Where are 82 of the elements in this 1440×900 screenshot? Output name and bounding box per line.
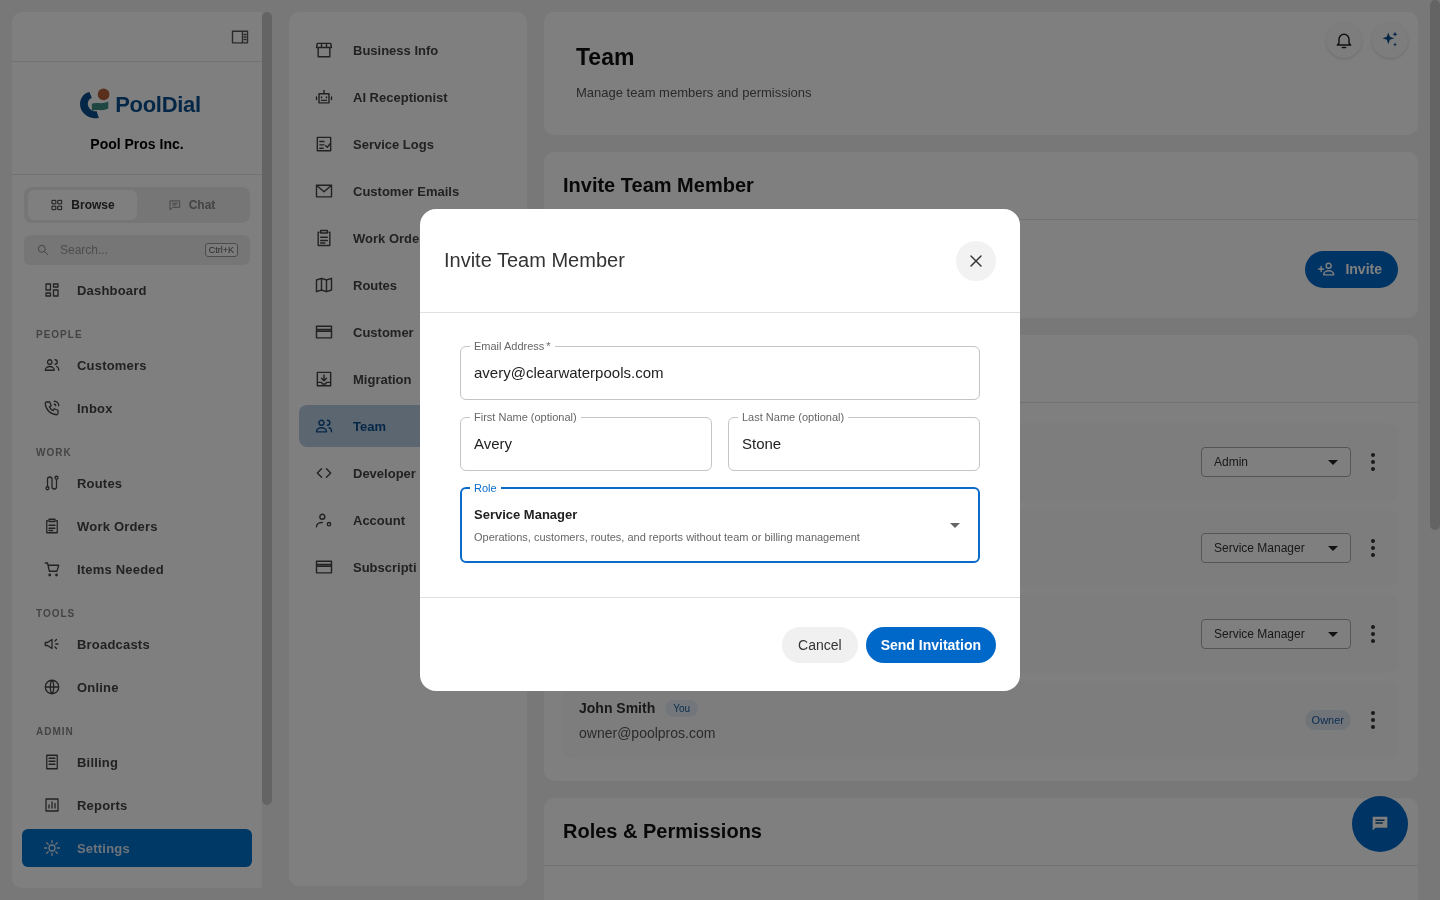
- store-icon: [314, 40, 334, 60]
- invite-button[interactable]: Invite: [1305, 250, 1398, 288]
- caret-icon: [1328, 459, 1338, 465]
- shortcut-hint: Ctrl+K: [204, 243, 238, 257]
- sidebar-item[interactable]: Online: [22, 668, 252, 706]
- section-heading: TOOLS: [35, 607, 77, 621]
- card-icon: [314, 322, 334, 342]
- section-title: Invite Team Member: [563, 174, 754, 197]
- chat-icon: [167, 198, 182, 212]
- notifications-button[interactable]: [1326, 22, 1362, 58]
- checklist-icon: [314, 134, 334, 154]
- text-input[interactable]: avery@clearwaterpools.com: [474, 353, 966, 399]
- name-field[interactable]: First Name (optional) Avery: [460, 410, 712, 471]
- sidebar-item[interactable]: Settings: [22, 829, 252, 867]
- settings-menu-item[interactable]: AI Receptionist: [299, 76, 517, 118]
- mode-tab[interactable]: Browse: [28, 190, 137, 220]
- option-description: Operations, customers, routes, and reports without team or billing management: [474, 531, 860, 543]
- receipt-icon: [43, 753, 61, 771]
- download-icon: [314, 369, 334, 389]
- kebab-icon: [1371, 625, 1375, 643]
- section-heading: ADMIN: [35, 725, 75, 739]
- sidebar-item[interactable]: Dashboard: [22, 271, 252, 309]
- you-badge: You: [665, 699, 699, 717]
- section-heading: WORK: [35, 446, 73, 460]
- page-title: Team: [576, 44, 636, 71]
- close-button[interactable]: [956, 240, 996, 281]
- sidebar-item[interactable]: Items Needed: [22, 550, 252, 588]
- phone-icon: [43, 399, 61, 417]
- caret-icon: [950, 522, 960, 528]
- page-subtitle: Manage team members and permissions: [576, 85, 812, 100]
- dashboard-icon: [43, 281, 61, 299]
- people-icon: [314, 416, 334, 436]
- section-heading: PEOPLE: [35, 328, 84, 342]
- clipboard-icon: [314, 228, 334, 248]
- role-badge: Owner: [1304, 710, 1351, 730]
- workspace-name: Pool Pros Inc.: [90, 136, 184, 152]
- section-title: Roles & Permissions: [563, 820, 762, 843]
- caret-icon: [1328, 631, 1338, 637]
- search-icon: [36, 243, 50, 257]
- cancel-button[interactable]: Cancel: [782, 626, 858, 663]
- email-field[interactable]: Email Address * avery@clearwaterpools.com: [460, 339, 980, 400]
- people-icon: [43, 356, 61, 374]
- field-label: Last Name (optional): [741, 410, 846, 424]
- sidebar-item[interactable]: Billing: [22, 743, 252, 781]
- sidebar-item[interactable]: Inbox: [22, 389, 252, 427]
- globe-icon: [43, 678, 61, 696]
- caret-icon: [1328, 545, 1338, 551]
- brand-name: PoolDial: [115, 92, 201, 118]
- map-icon: [314, 275, 334, 295]
- route-icon: [43, 474, 61, 492]
- kebab-icon: [1371, 453, 1375, 471]
- role-select[interactable]: Role Service Manager Operations, customers, routes, and reports without team or billing management: [460, 481, 980, 563]
- bar-chart-icon: [43, 796, 61, 814]
- field-label: Role: [473, 481, 498, 495]
- kebab-icon: [1371, 711, 1375, 729]
- role-dropdown[interactable]: Admin: [1201, 447, 1351, 477]
- assistant-button[interactable]: [1372, 22, 1408, 58]
- send-invitation-button[interactable]: Send Invitation: [865, 626, 996, 663]
- grid-icon: [50, 198, 65, 212]
- member-name: John Smith: [579, 700, 656, 716]
- sidebar-item[interactable]: Broadcasts: [22, 625, 252, 663]
- sidebar-item[interactable]: Routes: [22, 464, 252, 502]
- field-label: Email Address *: [473, 339, 552, 353]
- settings-menu-item[interactable]: Business Info: [299, 29, 517, 71]
- robot-icon: [314, 87, 334, 107]
- sidebar-item[interactable]: Reports: [22, 786, 252, 824]
- cart-icon: [43, 560, 61, 578]
- member-email: owner@poolpros.com: [579, 724, 716, 741]
- mail-icon: [314, 181, 334, 201]
- select-value: Service Manager: [474, 507, 579, 522]
- dialog-title: Invite Team Member: [444, 249, 625, 272]
- clipboard-icon: [43, 517, 61, 535]
- role-dropdown[interactable]: Service Manager: [1201, 619, 1351, 649]
- sidebar-item[interactable]: Work Orders: [22, 507, 252, 545]
- settings-menu-item[interactable]: Service Logs: [299, 123, 517, 165]
- settings-menu-item[interactable]: Customer Emails: [299, 170, 517, 212]
- sidebar-item[interactable]: Customers: [22, 346, 252, 384]
- name-field[interactable]: Last Name (optional) Stone: [728, 410, 980, 471]
- role-dropdown[interactable]: Service Manager: [1201, 533, 1351, 563]
- text-input[interactable]: Stone: [742, 424, 966, 470]
- card-icon: [314, 557, 334, 577]
- kebab-icon: [1371, 539, 1375, 557]
